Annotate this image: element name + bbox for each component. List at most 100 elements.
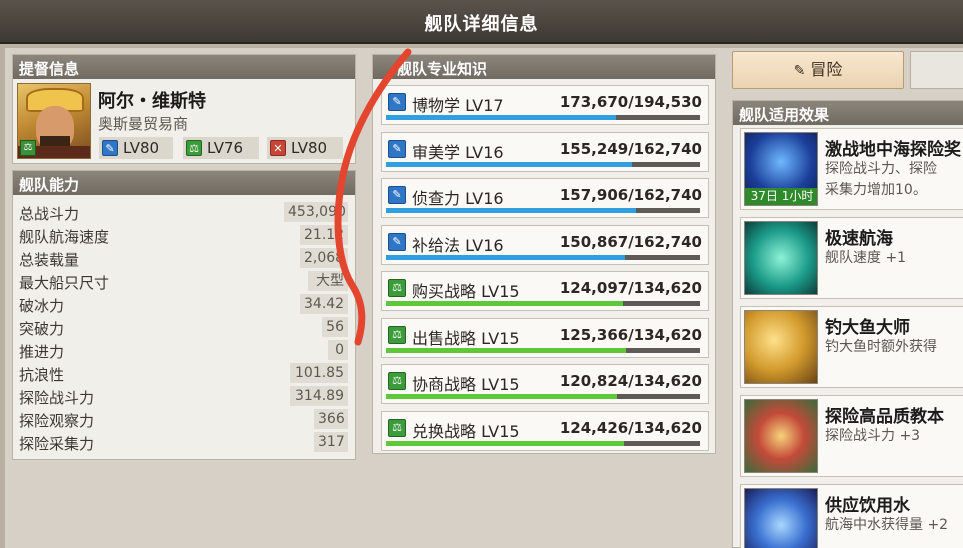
- book-icon: [744, 399, 818, 473]
- effect-card[interactable]: 供应饮用水 航海中水获得量 +2: [740, 484, 963, 548]
- fishing-rod-icon: [744, 310, 818, 384]
- knowledge-progress-bar: [386, 440, 700, 446]
- scale-icon: ⚖: [388, 325, 406, 344]
- swords-icon: ✕: [270, 140, 286, 156]
- stat-value: 366: [314, 409, 348, 429]
- stat-row: 探险观察力 366: [17, 408, 351, 431]
- admiral-portrait[interactable]: ⚖: [17, 83, 91, 159]
- knowledge-progress-fill: [386, 440, 624, 446]
- knowledge-row[interactable]: ⚖ 协商战略 LV15 120,824/134,620: [381, 364, 709, 404]
- knowledge-progress-fill: [386, 115, 616, 120]
- stat-row: 探险战斗力 314.89: [17, 385, 351, 408]
- effect-title: 供应饮用水: [825, 496, 910, 516]
- ship-icon: [744, 221, 818, 295]
- stat-row: 抗浪性 101.85: [17, 362, 351, 385]
- stat-value: 2,068: [300, 248, 348, 268]
- admiral-skill-adventure: ✎ LV80: [99, 137, 173, 159]
- knowledge-progress-bar: [386, 301, 700, 306]
- quill-icon: ✎: [388, 186, 406, 204]
- knowledge-row[interactable]: ✎ 审美学 LV16 155,249/162,740: [381, 131, 709, 172]
- spyglass-icon: 37日 1小时: [744, 132, 818, 206]
- adventure-button[interactable]: ✎ 冒险: [732, 51, 904, 89]
- stat-row: 探险采集力 317: [17, 431, 351, 454]
- stat-row: 最大船只尺寸 大型: [17, 270, 351, 293]
- knowledge-name: 博物学 LV17: [412, 96, 504, 115]
- scale-icon: ⚖: [388, 279, 406, 297]
- admiral-role: 奥斯曼贸易商: [98, 115, 189, 133]
- stat-value: 56: [322, 317, 348, 337]
- stat-row: 推进力 0: [17, 339, 351, 362]
- knowledge-name: 购买战略 LV15: [412, 282, 520, 301]
- knowledge-row[interactable]: ✎ 博物学 LV17 173,670/194,530: [381, 85, 709, 125]
- title-bar: 舰队详细信息: [0, 0, 963, 44]
- knowledge-row[interactable]: ⚖ 购买战略 LV15 124,097/134,620: [381, 271, 709, 311]
- stat-value: 314.89: [290, 386, 348, 406]
- knowledge-progress-fill: [386, 394, 617, 399]
- knowledge-name: 兑换战略 LV15: [412, 421, 520, 441]
- stat-label: 突破力: [19, 320, 65, 338]
- effect-title: 极速航海: [825, 229, 893, 249]
- quill-icon: ✎: [793, 63, 806, 79]
- trade-badge-icon: ⚖: [20, 140, 36, 156]
- knowledge-name: 侦查力 LV16: [412, 189, 504, 208]
- knowledge-progress-bar: [386, 161, 700, 167]
- stat-label: 总战斗力: [19, 205, 80, 223]
- knowledge-progress-value: 124,426/134,620: [559, 418, 702, 437]
- knowledge-header-label: 舰队专业知识: [397, 60, 488, 78]
- effect-card[interactable]: 37日 1小时 激战地中海探险奖 探险战斗力、探险 采集力增加10。: [740, 128, 963, 210]
- knowledge-progress-value: 157,906/162,740: [559, 186, 702, 204]
- knowledge-progress-value: 124,097/134,620: [559, 279, 702, 297]
- effect-desc: 探险战斗力 +3: [825, 428, 921, 444]
- knowledge-row[interactable]: ✎ 补给法 LV16 150,867/162,740: [381, 224, 709, 265]
- stat-label: 探险采集力: [19, 435, 95, 453]
- fleet-knowledge-panel: 舰队专业知识 ✎ 博物学 LV17 173,670/194,530 ✎ 审美学 LV16…: [372, 54, 716, 454]
- effect-card[interactable]: 探险高品质教本 探险战斗力 +3: [740, 395, 963, 477]
- effect-desc: 钓大鱼时额外获得: [825, 339, 937, 355]
- effect-title: 探险高品质教本: [825, 407, 944, 427]
- effect-title: 激战地中海探险奖: [825, 140, 961, 160]
- effect-desc-line2: 采集力增加10。: [825, 182, 927, 198]
- knowledge-row[interactable]: ⚖ 兑换战略 LV15 124,426/134,620: [381, 410, 709, 451]
- admiral-name: 阿尔・维斯特: [98, 91, 206, 112]
- stat-value: 21.12: [300, 225, 348, 245]
- knowledge-progress-bar: [386, 394, 700, 399]
- skill-level: LV76: [207, 139, 244, 157]
- effect-desc: 舰队速度 +1: [825, 250, 907, 266]
- admiral-header: 提督信息: [13, 55, 355, 79]
- knowledge-row[interactable]: ✎ 侦查力 LV16 157,906/162,740: [381, 178, 709, 218]
- effect-timer: 37日 1小时: [745, 188, 817, 205]
- knowledge-progress-bar: [386, 347, 700, 353]
- effect-title: 钓大鱼大师: [825, 318, 910, 338]
- admiral-panel: 提督信息 ⚖ 阿尔・维斯特 奥斯曼贸易商 ✎ LV80 ⚖ LV76 ✕ LV8…: [12, 54, 356, 164]
- effect-card[interactable]: 钓大鱼大师 钓大鱼时额外获得: [740, 306, 963, 388]
- stat-value: 101.85: [290, 363, 348, 383]
- knowledge-progress-value: 120,824/134,620: [559, 372, 702, 390]
- effects-header: 舰队适用效果: [733, 101, 963, 125]
- effect-desc: 探险战斗力、探险: [825, 161, 937, 177]
- stat-label: 探险战斗力: [19, 389, 95, 407]
- stat-label: 总装载量: [19, 251, 80, 269]
- stat-row: 破冰力 34.42: [17, 293, 351, 316]
- knowledge-row[interactable]: ⚖ 出售战略 LV15 125,366/134,620: [381, 317, 709, 358]
- skill-level: LV80: [123, 139, 160, 157]
- ability-header: 舰队能力: [13, 171, 355, 195]
- knowledge-progress-fill: [386, 301, 624, 306]
- knowledge-header: 舰队专业知识: [373, 55, 715, 79]
- stat-label: 舰队航海速度: [19, 228, 110, 246]
- knowledge-progress-bar: [386, 115, 700, 120]
- stat-row: 总战斗力 453,090: [17, 201, 351, 224]
- next-tab-button[interactable]: [910, 51, 963, 89]
- window-title: 舰队详细信息: [424, 14, 539, 35]
- stat-label: 破冰力: [19, 297, 65, 315]
- quill-icon: ✎: [388, 93, 406, 111]
- stat-label: 最大船只尺寸: [19, 274, 110, 292]
- scale-icon: ⚖: [388, 372, 406, 390]
- knowledge-progress-bar: [386, 208, 700, 213]
- skill-level: LV80: [291, 139, 328, 157]
- stat-label: 推进力: [19, 343, 65, 361]
- knowledge-name: 协商战略 LV15: [412, 375, 520, 394]
- knowledge-progress-value: 155,249/162,740: [559, 139, 702, 158]
- stat-value: 大型: [308, 271, 348, 291]
- stat-value: 453,090: [284, 202, 348, 222]
- effect-card[interactable]: 极速航海 舰队速度 +1: [740, 217, 963, 299]
